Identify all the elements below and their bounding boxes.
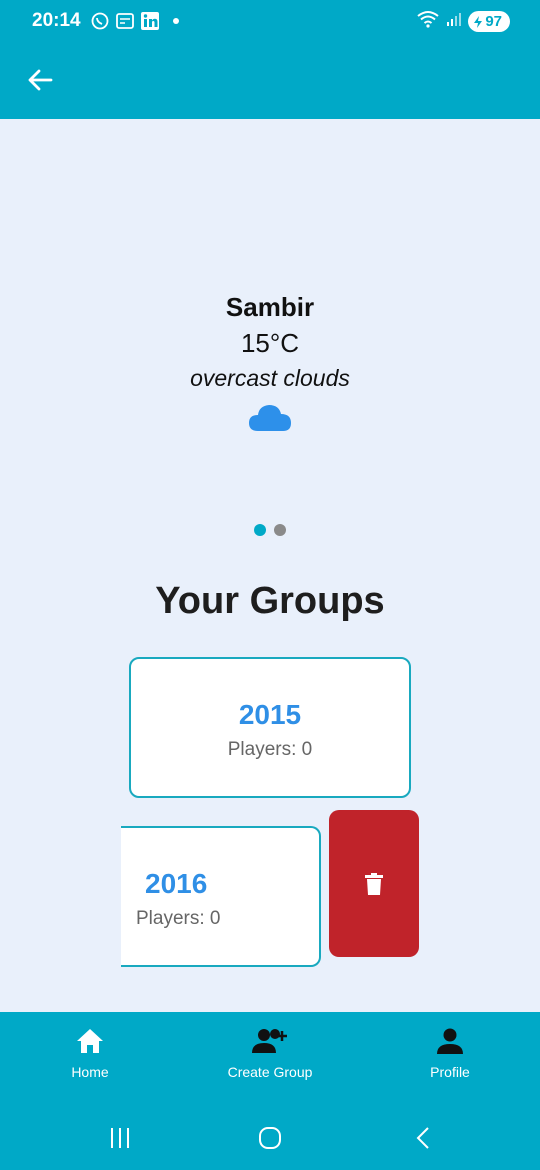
person-icon: [410, 1026, 490, 1056]
nav-create-group[interactable]: Create Group: [210, 1026, 330, 1080]
chevron-left-icon: [416, 1127, 429, 1149]
bottom-navigation: Home Create Group Profile: [0, 1012, 540, 1170]
temperature: 15°C: [240, 328, 300, 358]
weather-widget[interactable]: Sambir 15°C overcast clouds: [0, 290, 540, 432]
city-name: Sambir: [225, 292, 315, 322]
nav-home[interactable]: Home: [60, 1026, 120, 1080]
status-bar: 20:14 97: [0, 0, 540, 44]
news-icon: [115, 11, 134, 30]
weather-description: overcast clouds: [190, 365, 350, 391]
viber-icon: [90, 11, 109, 30]
arrow-left-icon: [28, 69, 53, 91]
delete-group-button[interactable]: [329, 810, 419, 957]
signal-icon: [446, 11, 462, 32]
notification-dot: [173, 17, 179, 24]
groups-title: Your Groups: [155, 580, 385, 622]
add-user-icon: [210, 1026, 330, 1056]
home-system-button[interactable]: [255, 1120, 285, 1156]
linkedin-icon: [140, 11, 159, 30]
app-bar: [0, 44, 540, 119]
back-system-button[interactable]: [408, 1120, 438, 1156]
wifi-icon: [416, 10, 440, 33]
group-card[interactable]: 2015 Players: 0: [129, 657, 411, 798]
back-button[interactable]: [24, 64, 56, 96]
home-circle-icon: [259, 1127, 281, 1149]
nav-home-label: Home: [71, 1064, 109, 1080]
cloud-icon: [0, 402, 540, 432]
recent-apps-button[interactable]: [105, 1120, 135, 1156]
status-time: 20:14: [32, 10, 81, 31]
nav-create-group-label: Create Group: [227, 1064, 313, 1080]
system-status: 97: [416, 10, 510, 33]
group-year: 2016: [145, 868, 208, 899]
pager-dot[interactable]: [274, 524, 286, 536]
system-navigation: [0, 1120, 540, 1156]
group-players: Players: 0: [227, 739, 313, 760]
group-year: 2015: [238, 699, 302, 730]
trash-icon: [365, 872, 383, 895]
recent-apps-icon: [111, 1128, 129, 1148]
group-players: Players: 0: [136, 908, 221, 929]
home-icon: [60, 1026, 120, 1056]
carousel-pager: [0, 524, 540, 536]
nav-profile[interactable]: Profile: [410, 1026, 490, 1080]
nav-profile-label: Profile: [430, 1064, 470, 1080]
battery-level: 97: [485, 13, 502, 30]
group-card-swiped[interactable]: 2016 Players: 0: [121, 826, 321, 967]
notification-icons: [90, 11, 179, 30]
pager-dot-active[interactable]: [254, 524, 266, 536]
battery-icon: 97: [468, 11, 510, 32]
